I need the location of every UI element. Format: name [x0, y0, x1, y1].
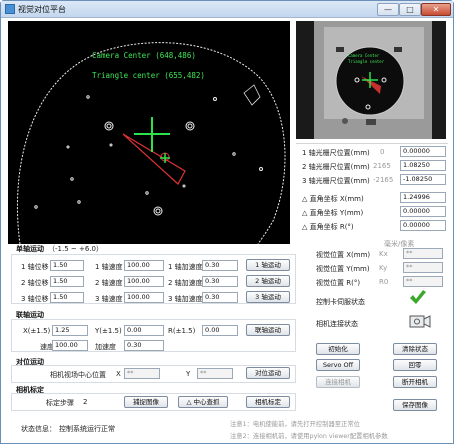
camera-icon [409, 313, 431, 329]
save-image-button[interactable]: 保存图像 [393, 399, 437, 411]
linkage-accel-label: 加速度 [95, 343, 116, 351]
coord-r-label: △ 直角坐标 R(°) [302, 223, 354, 231]
triangle-center-text: Triangle center (655,482) [92, 71, 205, 80]
disconnect-camera-button[interactable]: 断开相机 [393, 376, 437, 388]
camera-calibrate-button[interactable]: 相机标定 [246, 396, 290, 408]
vision-r-unit: R0 [379, 278, 389, 286]
maximize-button[interactable]: □ [399, 3, 421, 16]
camera-thumbnail: Camera Center Triangle center [296, 21, 446, 139]
axis1-move-button[interactable]: 1 轴运动 [246, 259, 290, 271]
coord-y-value[interactable]: 0.00000 [400, 206, 446, 217]
axis3-accel-label: 3 轴加速度 [168, 295, 203, 303]
vision-r-label: 视觉位置 R(°) [316, 279, 361, 287]
coord-y-label: △ 直角坐标 Y(mm) [302, 209, 364, 217]
connect-camera-button[interactable]: 连接相机 [316, 376, 360, 388]
coord-x-label: △ 直角坐标 X(mm) [302, 195, 364, 203]
clear-status-button[interactable]: 清除状态 [393, 343, 437, 355]
vision-x-unit: Kx [379, 250, 388, 258]
view-center-y-label: Y [186, 370, 191, 378]
svg-text:Triangle center: Triangle center [348, 59, 385, 64]
axis3-speed-input[interactable]: 100.00 [124, 292, 164, 303]
axis1-accel-input[interactable]: 0.30 [202, 260, 238, 271]
axis1-accel-label: 1 轴加速度 [168, 263, 203, 271]
axis1-grating-raw: 0 [380, 148, 385, 156]
svg-text:Camera Center: Camera Center [348, 53, 380, 58]
main-window: 视觉对位平台 — □ ✕ Camera Center (648,486) Tri… [0, 0, 454, 444]
axis3-speed-label: 3 轴速度 [95, 295, 123, 303]
linkage-y-input[interactable]: 0.00 [124, 325, 164, 336]
axis2-move-button[interactable]: 2 轴运动 [246, 275, 290, 287]
vision-y-unit: Ky [379, 264, 388, 272]
axis3-move-button[interactable]: 3 轴运动 [246, 291, 290, 303]
vision-x-label: 视觉位置 X(mm) [316, 251, 371, 259]
vision-y-label: 视觉位置 Y(mm) [316, 265, 370, 273]
single-axis-title: 单轴运动 [16, 245, 44, 253]
coord-r-value[interactable]: 0.00000 [400, 220, 446, 231]
camera-view[interactable]: Camera Center (648,486) Triangle center … [8, 21, 290, 245]
linkage-x-label: X(±1.5) [23, 327, 51, 335]
camera-center-text: Camera Center (648,486) [92, 51, 196, 60]
linkage-move-button[interactable]: 联轴运动 [246, 324, 290, 336]
note-2: 注意2：连接相机前，请使用pylon viewer配置相机参数 [230, 433, 388, 440]
linkage-accel-input[interactable]: 0.30 [124, 340, 164, 351]
app-icon [5, 4, 15, 14]
linkage-r-label: R(±1.5) [168, 327, 196, 335]
axis2-speed-input[interactable]: 100.00 [124, 276, 164, 287]
linkage-y-label: Y(±1.5) [95, 327, 122, 335]
axis2-pos-input[interactable]: 1.50 [50, 276, 84, 287]
check-mark [410, 290, 426, 304]
vision-x-value[interactable]: ** [403, 248, 443, 259]
calib-step-label: 标定步骤 [46, 399, 74, 407]
vision-y-value[interactable]: ** [403, 262, 443, 273]
view-center-x-value[interactable]: ** [124, 368, 160, 379]
home-button[interactable]: 回零 [393, 359, 437, 371]
axis3-pos-label: 3 轴位移 [21, 295, 49, 303]
vision-r-value[interactable]: ** [403, 276, 443, 287]
view-center-label: 相机视场中心位置 [50, 371, 106, 379]
axis1-pos-label: 1 轴位移 [21, 263, 49, 271]
linkage-x-input[interactable]: 1.25 [52, 325, 88, 336]
servo-off-button[interactable]: Servo Off [316, 359, 360, 371]
axis3-grating-value[interactable]: -1.08250 [400, 174, 446, 185]
axis1-grating-label: 1 轴光栅尺位置(mm) [302, 149, 370, 157]
status-info-label: 状态信息： [21, 425, 56, 433]
axis3-grating-raw: -2165 [373, 176, 394, 184]
view-center-y-value[interactable]: ** [197, 368, 233, 379]
linkage-r-input[interactable]: 0.00 [202, 325, 238, 336]
align-move-button[interactable]: 对位运动 [246, 367, 290, 379]
axis3-grating-label: 3 轴光栅尺位置(mm) [302, 177, 370, 185]
center-find-button[interactable]: △ 中心查抓 [178, 396, 228, 408]
axis1-grating-value[interactable]: 0.00000 [400, 146, 446, 157]
axis3-pos-input[interactable]: 1.50 [50, 292, 84, 303]
window-title: 视觉对位平台 [18, 5, 66, 14]
linkage-speed-input[interactable]: 100.00 [52, 340, 88, 351]
axis2-pos-label: 2 轴位移 [21, 279, 49, 287]
capture-image-button[interactable]: 捕捉图像 [124, 396, 168, 408]
axis1-speed-label: 1 轴速度 [95, 263, 123, 271]
axis-info-separator [296, 143, 448, 144]
axis2-speed-label: 2 轴速度 [95, 279, 123, 287]
close-button[interactable]: ✕ [421, 3, 451, 16]
axis2-accel-label: 2 轴加速度 [168, 279, 203, 287]
view-center-x-label: X [116, 370, 121, 378]
minimize-button[interactable]: — [377, 3, 399, 16]
axis1-speed-input[interactable]: 100.00 [124, 260, 164, 271]
axis3-accel-input[interactable]: 0.30 [202, 292, 238, 303]
calib-step-value: 2 [83, 398, 88, 406]
single-axis-range: （-1.5 ~ +6.0） [48, 245, 103, 253]
note-1: 注意1：电机使能前，请先打开控制器至正常位 [230, 421, 360, 428]
axis2-grating-label: 2 轴光栅尺位置(mm) [302, 163, 370, 171]
axis2-grating-raw: 2165 [373, 162, 391, 170]
init-button[interactable]: 初始化 [316, 343, 360, 355]
axis2-grating-value[interactable]: 1.08250 [400, 160, 446, 171]
check-icon [409, 290, 427, 306]
axis1-pos-input[interactable]: 1.50 [50, 260, 84, 271]
coord-x-value[interactable]: 1.24996 [400, 192, 446, 203]
status-info-text: 控制系统运行正常 [59, 425, 115, 433]
title-bar: 视觉对位平台 — □ ✕ [1, 1, 453, 18]
controller-status-label: 控制卡伺服状态 [316, 298, 365, 306]
axis2-accel-input[interactable]: 0.30 [202, 276, 238, 287]
camera-status-label: 相机连接状态 [316, 320, 358, 328]
